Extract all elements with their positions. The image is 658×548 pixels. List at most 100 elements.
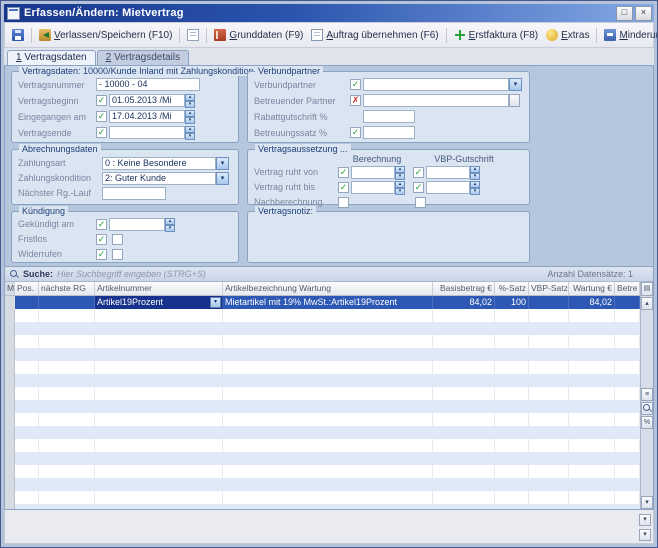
table-row-empty[interactable] (5, 439, 640, 452)
spin-down-icon[interactable]: ▾ (395, 188, 405, 195)
ruht-von-check-toggle-2[interactable]: ✓ (413, 167, 424, 178)
print-preview-button[interactable] (183, 27, 203, 43)
minderung-button[interactable]: Minderung (600, 27, 658, 43)
spin-up-icon[interactable]: ▴ (395, 166, 405, 173)
ruht-bis-check-toggle-1[interactable]: ✓ (338, 182, 349, 193)
verbundpartner-value[interactable] (363, 78, 509, 91)
widerrufen-check-toggle[interactable]: ✓ (96, 249, 107, 260)
betreuungssatz-field[interactable] (363, 126, 415, 139)
fristlos-checkbox[interactable] (112, 234, 123, 245)
spin-up-icon[interactable]: ▴ (470, 181, 480, 188)
betreuender-partner-field[interactable] (363, 94, 509, 107)
column-options-button[interactable]: ▤ (641, 282, 653, 296)
extras-button[interactable]: Extras (542, 27, 593, 43)
column-header[interactable]: Wartung € (569, 282, 615, 295)
verbundpartner-check-toggle[interactable]: ✓ (350, 79, 361, 90)
ruht-bis-value-1[interactable] (351, 181, 395, 194)
search-bar[interactable]: Suche: Hier Suchbegriff eingeben (STRG+S… (5, 267, 653, 282)
ruht-bis-spinner-2[interactable]: ▴▾ (470, 181, 480, 194)
ruht-bis-spinner-1[interactable]: ▴▾ (395, 181, 405, 194)
zahlungskondition-value[interactable]: 2: Guter Kunde (102, 172, 216, 185)
column-header[interactable]: Artikelbezeichnung Wartung (223, 282, 433, 295)
widerrufen-checkbox[interactable] (112, 249, 123, 260)
eingegangen-check-toggle[interactable]: ✓ (96, 111, 107, 122)
ruht-von-check-toggle-1[interactable]: ✓ (338, 167, 349, 178)
auftrag-uebernehmen-button[interactable]: Auftrag übernehmen (F6) (307, 27, 442, 43)
spin-down-icon[interactable]: ▾ (165, 225, 175, 232)
scroll-down-button[interactable]: ▾ (641, 496, 653, 509)
vertragsnummer-field[interactable]: - 10000 - 04 (96, 78, 200, 91)
table-row-empty[interactable] (5, 504, 640, 509)
table-row-empty[interactable] (5, 387, 640, 400)
erstfaktura-button[interactable]: Erstfaktura (F8) (450, 27, 542, 43)
percent-button[interactable]: % (641, 416, 653, 429)
table-row-selected[interactable]: Artikel19Prozent▾Mietartikel mit 19% MwS… (5, 296, 640, 309)
eingegangen-value[interactable]: 17.04.2013 /Mi (109, 110, 185, 123)
vertragsende-check-toggle[interactable]: ✓ (96, 127, 107, 138)
end-button[interactable]: ▾ (639, 529, 651, 541)
rabattgutschrift-field[interactable] (363, 110, 415, 123)
column-header[interactable]: Betre (615, 282, 640, 295)
spin-down-icon[interactable]: ▾ (185, 133, 195, 140)
spin-down-icon[interactable]: ▾ (470, 188, 480, 195)
verlassen-speichern-button[interactable]: Verlassen/Speichern (F10) (35, 27, 176, 43)
table-row-empty[interactable] (5, 322, 640, 335)
spin-up-icon[interactable]: ▴ (185, 94, 195, 101)
spin-down-icon[interactable]: ▾ (470, 173, 480, 180)
column-header[interactable]: %-Satz (495, 282, 529, 295)
gekuendigt-value[interactable] (109, 218, 165, 231)
table-row-empty[interactable] (5, 335, 640, 348)
gekuendigt-check-toggle[interactable]: ✓ (96, 219, 107, 230)
spin-up-icon[interactable]: ▴ (185, 110, 195, 117)
search-input[interactable]: Hier Suchbegriff eingeben (STRG+S) (57, 269, 206, 279)
column-header[interactable]: VBP-Satz (529, 282, 569, 295)
vertragsbeginn-value[interactable]: 01.05.2013 /Mi (109, 94, 185, 107)
column-header[interactable]: Artikelnummer (95, 282, 223, 295)
table-row-empty[interactable] (5, 309, 640, 322)
ruht-von-spinner-1[interactable]: ▴▾ (395, 166, 405, 179)
vertragsbeginn-spinner[interactable]: ▴▾ (185, 94, 195, 107)
column-header[interactable]: Pos. (15, 282, 39, 295)
table-row-empty[interactable] (5, 374, 640, 387)
titlebar[interactable]: Erfassen/Ändern: Mietvertrag □ × (4, 4, 654, 22)
ruht-von-value-1[interactable] (351, 166, 395, 179)
zoom-button[interactable] (641, 402, 653, 415)
table-row-empty[interactable] (5, 491, 640, 504)
vertragsbeginn-check-toggle[interactable]: ✓ (96, 95, 107, 106)
tab-vertragsdaten[interactable]: 1 Vertragsdaten (7, 50, 96, 66)
vertragsnotiz-field[interactable] (252, 219, 525, 258)
nachberechnung-checkbox-1[interactable] (338, 197, 349, 208)
tab-vertragsdetails[interactable]: 2 Vertragsdetails (97, 50, 190, 65)
grunddaten-button[interactable]: Grunddaten (F9) (210, 27, 307, 43)
ruht-von-value-2[interactable] (426, 166, 470, 179)
table-row-empty[interactable] (5, 426, 640, 439)
nachberechnung-checkbox-2[interactable] (415, 197, 426, 208)
artikelnummer-dropdown-icon[interactable]: ▾ (210, 297, 221, 308)
fristlos-check-toggle[interactable]: ✓ (96, 234, 107, 245)
spin-up-icon[interactable]: ▴ (165, 218, 175, 225)
column-header[interactable]: M (5, 282, 15, 295)
gekuendigt-spinner[interactable]: ▴▾ (165, 218, 175, 231)
table-row-empty[interactable] (5, 465, 640, 478)
minimize-button[interactable]: □ (616, 6, 633, 21)
close-button[interactable]: × (635, 6, 652, 21)
ruht-bis-value-2[interactable] (426, 181, 470, 194)
spin-up-icon[interactable]: ▴ (185, 126, 195, 133)
dropdown-arrow-icon[interactable]: ▾ (216, 172, 229, 185)
scroll-up-button[interactable]: ▴ (641, 297, 653, 310)
table-row-empty[interactable] (5, 361, 640, 374)
betreuungssatz-check-toggle[interactable]: ✓ (350, 127, 361, 138)
save-button[interactable] (8, 27, 28, 43)
ruht-von-spinner-2[interactable]: ▴▾ (470, 166, 480, 179)
dropdown-arrow-icon[interactable]: ▾ (509, 78, 522, 91)
column-header[interactable]: nächste RG (39, 282, 95, 295)
eingegangen-spinner[interactable]: ▴▾ (185, 110, 195, 123)
vertragsende-spinner[interactable]: ▴▾ (185, 126, 195, 139)
dropdown-arrow-icon[interactable]: ▾ (216, 157, 229, 170)
table-row-empty[interactable] (5, 348, 640, 361)
page-down-button[interactable]: ▾ (639, 514, 651, 526)
ruht-bis-check-toggle-2[interactable]: ✓ (413, 182, 424, 193)
spin-up-icon[interactable]: ▴ (470, 166, 480, 173)
table-row-empty[interactable] (5, 413, 640, 426)
column-header[interactable]: Basisbetrag € (433, 282, 495, 295)
